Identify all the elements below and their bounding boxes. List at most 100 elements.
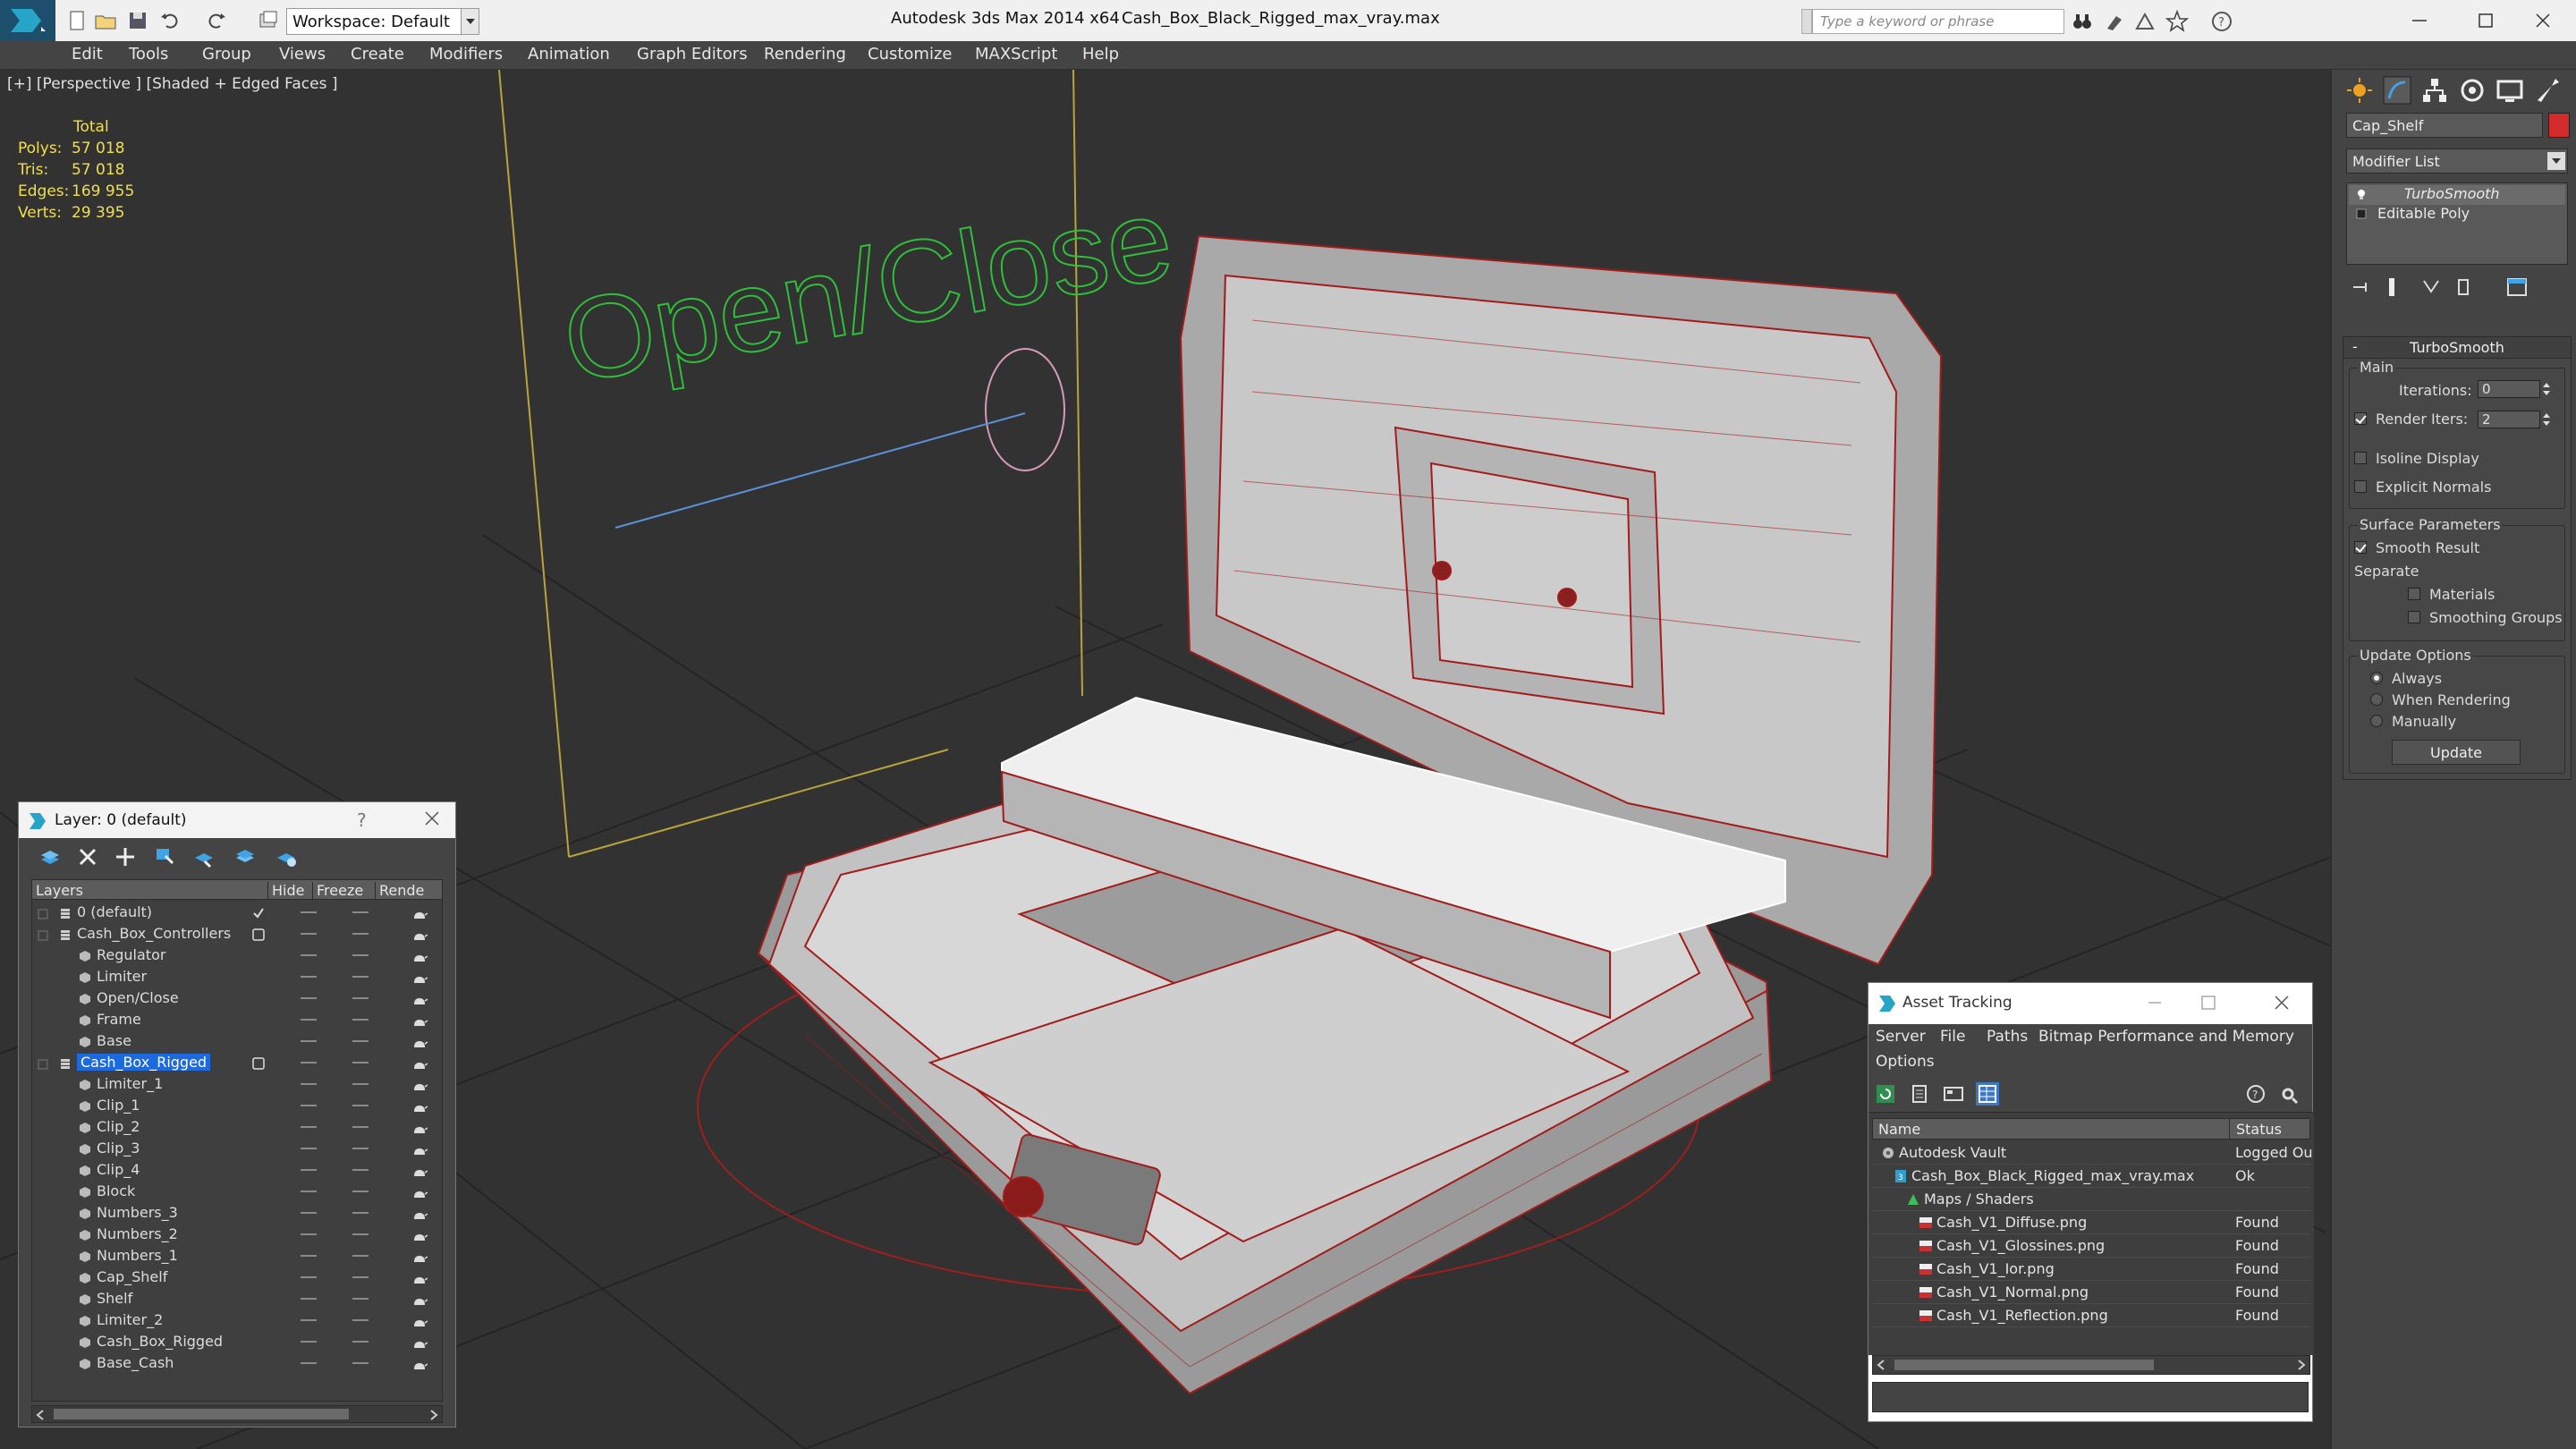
teapot-render-icon[interactable] — [411, 1143, 428, 1155]
layer-row[interactable]: Numbers_2 — [32, 1224, 442, 1245]
freeze-toggle[interactable] — [352, 1341, 369, 1343]
hide-toggle[interactable] — [301, 1212, 317, 1214]
asset-menu-paths[interactable]: Paths — [1987, 1028, 2028, 1046]
layer-row[interactable]: Limiter_1 — [32, 1073, 442, 1095]
modify-tab-icon[interactable] — [2382, 75, 2412, 106]
freeze-toggle[interactable] — [352, 911, 369, 913]
layer-row[interactable]: Numbers_1 — [32, 1245, 442, 1267]
asset-name[interactable]: Cash_V1_Ior.png — [1936, 1260, 2055, 1277]
asset-row[interactable]: Cash_V1_Diffuse.png Found — [1872, 1211, 2310, 1234]
asset-row[interactable]: 3 Cash_Box_Black_Rigged_max_vray.max Ok — [1872, 1165, 2310, 1188]
favorites-star-icon[interactable] — [2165, 9, 2190, 34]
iterations-spinner[interactable]: 0 — [2478, 380, 2540, 398]
hide-toggle[interactable] — [301, 911, 317, 913]
teapot-render-icon[interactable] — [411, 1272, 428, 1284]
search-expand-icon[interactable] — [1801, 9, 1812, 34]
delete-layer-icon[interactable] — [76, 845, 99, 869]
update-button[interactable]: Update — [2392, 740, 2521, 765]
layer-row[interactable]: Base_Cash — [32, 1352, 442, 1374]
freeze-toggle[interactable] — [352, 1362, 369, 1364]
spinner-arrows-icon[interactable] — [2542, 380, 2551, 398]
expand-toggle-icon[interactable] — [38, 928, 50, 941]
layer-row[interactable]: Block — [32, 1181, 442, 1202]
layer-name[interactable]: Cash_Box_Controllers — [77, 925, 231, 942]
layer-name[interactable]: Clip_4 — [97, 1161, 140, 1178]
freeze-toggle[interactable] — [352, 1083, 369, 1085]
layer-name[interactable]: Numbers_2 — [97, 1225, 178, 1242]
close-icon[interactable] — [423, 809, 441, 827]
layer-name[interactable]: Clip_1 — [97, 1097, 140, 1114]
chevron-down-icon[interactable] — [2547, 152, 2565, 170]
layer-name[interactable]: Base_Cash — [97, 1354, 174, 1371]
layer-row[interactable]: Base — [32, 1030, 442, 1052]
close-icon[interactable] — [2510, 0, 2576, 41]
layer-row[interactable]: Open/Close — [32, 987, 442, 1009]
freeze-toggle[interactable] — [352, 1126, 369, 1128]
configure-modifier-sets-icon[interactable] — [2505, 275, 2529, 299]
col-render[interactable]: Rende — [376, 882, 442, 900]
teapot-render-icon[interactable] — [411, 1014, 428, 1026]
isoline-display-checkbox[interactable] — [2354, 452, 2367, 464]
hide-toggle[interactable] — [301, 1105, 317, 1106]
hide-toggle[interactable] — [301, 1019, 317, 1021]
col-hide[interactable]: Hide — [268, 882, 313, 900]
asset-name[interactable]: Cash_V1_Normal.png — [1936, 1284, 2089, 1301]
hide-unhide-layers-icon[interactable] — [233, 845, 257, 869]
spinner-arrows-icon[interactable] — [2542, 411, 2551, 428]
lightbulb-icon[interactable] — [2356, 189, 2367, 199]
utilities-tab-icon[interactable] — [2532, 75, 2563, 106]
layer-row[interactable]: Clip_3 — [32, 1138, 442, 1159]
hide-toggle[interactable] — [301, 1233, 317, 1235]
close-icon[interactable] — [2273, 994, 2291, 1012]
menu-views[interactable]: Views — [279, 45, 326, 64]
expand-toggle-icon[interactable] — [38, 1056, 50, 1070]
help-icon[interactable]: ? — [2244, 1082, 2267, 1106]
maximize-icon[interactable] — [2199, 994, 2217, 1012]
asset-menu-bitmap-performance[interactable]: Bitmap Performance and Memory — [2038, 1028, 2294, 1046]
minimize-icon[interactable] — [2146, 994, 2164, 1012]
freeze-toggle[interactable] — [352, 1062, 369, 1063]
asset-row[interactable]: Cash_V1_Glossines.png Found — [1872, 1234, 2310, 1258]
highlight-layer-icon[interactable] — [192, 845, 216, 869]
layer-row[interactable]: Cash_Box_Rigged — [32, 1052, 442, 1073]
workspace-dropdown[interactable]: Workspace: Default — [286, 8, 479, 35]
minimize-icon[interactable] — [2386, 0, 2453, 41]
materials-checkbox[interactable] — [2408, 588, 2420, 600]
teapot-render-icon[interactable] — [411, 1036, 428, 1047]
asset-name[interactable]: Autodesk Vault — [1899, 1144, 2006, 1161]
help-icon[interactable]: ? — [2209, 9, 2234, 34]
make-unique-icon[interactable] — [2419, 275, 2443, 299]
layer-row[interactable]: Cash_Box_Rigged — [32, 1331, 442, 1352]
explicit-normals-checkbox[interactable] — [2354, 480, 2367, 493]
menu-edit[interactable]: Edit — [72, 45, 103, 64]
refresh-icon[interactable] — [1874, 1082, 1897, 1106]
asset-menu-file[interactable]: File — [1940, 1028, 1965, 1046]
menu-create[interactable]: Create — [351, 45, 404, 64]
teapot-render-icon[interactable] — [411, 1336, 428, 1348]
asset-menu-options[interactable]: Options — [1876, 1053, 1935, 1071]
teapot-render-icon[interactable] — [411, 1079, 428, 1090]
collapse-icon[interactable]: - — [2352, 338, 2358, 355]
menu-graph-editors[interactable]: Graph Editors — [637, 45, 748, 64]
freeze-toggle[interactable] — [352, 997, 369, 999]
menu-modifiers[interactable]: Modifiers — [429, 45, 503, 64]
new-file-icon[interactable] — [64, 8, 89, 33]
project-folder-icon[interactable] — [256, 8, 281, 33]
hide-toggle[interactable] — [301, 1148, 317, 1149]
hierarchy-tab-icon[interactable] — [2419, 75, 2450, 106]
search-input[interactable]: Type a keyword or phrase — [1812, 9, 2064, 34]
save-file-icon[interactable] — [125, 8, 150, 33]
teapot-render-icon[interactable] — [411, 928, 428, 940]
layer-name[interactable]: Limiter_1 — [97, 1075, 163, 1092]
layer-row[interactable]: Clip_4 — [32, 1159, 442, 1181]
layer-name[interactable]: Shelf — [97, 1290, 132, 1307]
col-status[interactable]: Status — [2236, 1121, 2282, 1138]
always-radio[interactable] — [2370, 672, 2383, 684]
hide-toggle[interactable] — [301, 954, 317, 956]
layer-window-titlebar[interactable]: Layer: 0 (default) ? — [19, 802, 455, 838]
layer-row[interactable]: Cash_Box_Controllers — [32, 923, 442, 945]
freeze-toggle[interactable] — [352, 1105, 369, 1106]
select-objects-icon[interactable] — [153, 845, 176, 869]
freeze-unfreeze-layers-icon[interactable] — [275, 845, 298, 869]
teapot-render-icon[interactable] — [411, 971, 428, 983]
